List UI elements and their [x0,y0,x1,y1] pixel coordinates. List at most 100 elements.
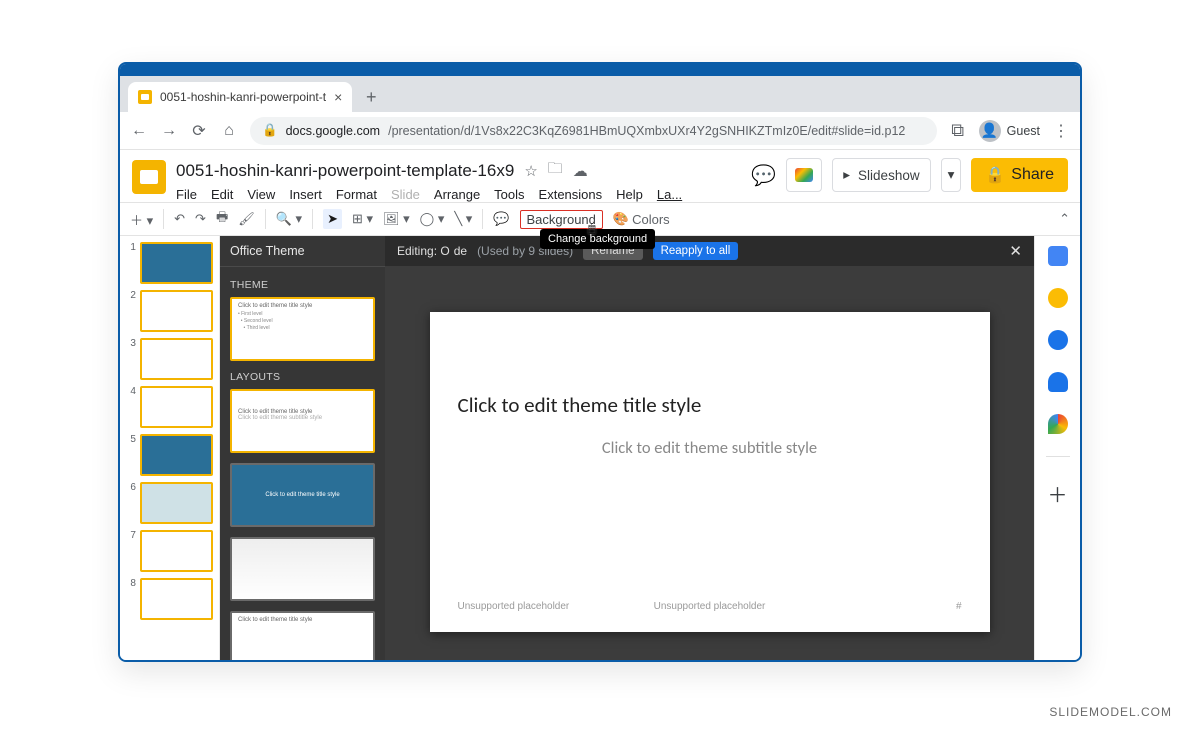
contacts-icon[interactable] [1048,372,1068,392]
url-host: docs.google.com [286,124,381,138]
reload-icon[interactable]: ⟳ [190,121,208,141]
meet-button[interactable] [786,158,822,192]
menu-help[interactable]: Help [616,187,643,202]
install-app-icon[interactable]: ⧉ [949,120,967,141]
slide-thumb[interactable] [140,434,213,476]
guest-label: Guest [1007,124,1040,138]
layout-thumb[interactable]: Click to edit theme title style Click to… [230,389,375,453]
browser-tab[interactable]: 0051-hoshin-kanri-powerpoint-t × [128,82,352,112]
reapply-all-button[interactable]: Reapply to all [653,242,739,260]
theme-edit-bar: Editing: O de (Used by 9 slides) Rename … [385,236,1034,266]
collapse-toolbar-icon[interactable]: ⌃ [1059,211,1070,227]
shape-tool-icon[interactable]: ◯ ▾ [420,211,445,227]
menu-arrange[interactable]: Arrange [434,187,480,202]
footer-placeholder-right[interactable]: # [956,601,962,612]
browser-window: 0051-hoshin-kanri-powerpoint-t × + ← → ⟳… [118,62,1082,662]
master-thumb[interactable]: Click to edit theme title style • First … [230,297,375,361]
zoom-dropdown[interactable]: 🔍 ▾ [276,211,302,227]
select-tool-icon[interactable]: ➤ [323,209,342,229]
calendar-icon[interactable] [1048,246,1068,266]
print-icon[interactable]: 🖶 [216,208,228,230]
slideshow-button[interactable]: ▸ Slideshow [832,158,930,192]
slides-favicon-icon [138,90,152,104]
move-icon[interactable]: 🗀 [548,158,563,183]
footer-placeholder-center[interactable]: Unsupported placeholder [654,601,766,612]
tasks-icon[interactable] [1048,330,1068,350]
menu-file[interactable]: File [176,187,197,202]
menu-view[interactable]: View [247,187,275,202]
back-icon[interactable]: ← [130,122,148,140]
profile-chip[interactable]: 👤 Guest [979,120,1040,142]
image-tool-icon[interactable]: 🖼 ▾ [383,211,410,227]
tooltip: Change background [540,229,655,249]
side-panel-rail: ＋ › [1034,236,1080,662]
new-slide-button[interactable]: ＋ ▾ [130,210,153,229]
close-theme-editor-icon[interactable]: ✕ [1009,242,1022,260]
menu-format[interactable]: Format [336,187,377,202]
menu-tools[interactable]: Tools [494,187,524,202]
slide-filmstrip[interactable]: 1 2 3 4 5 6 7 8 [120,236,220,662]
slides-app-icon[interactable] [132,160,166,194]
menu-slide[interactable]: Slide [391,187,420,202]
slide-thumb[interactable] [140,338,213,380]
line-tool-icon[interactable]: ╲ ▾ [454,211,472,227]
redo-icon[interactable]: ↷ [195,211,206,227]
keep-icon[interactable] [1048,288,1068,308]
title-placeholder[interactable]: Click to edit theme title style [458,392,962,418]
kebab-menu-icon[interactable]: ⋮ [1052,121,1070,141]
footer-placeholder-left[interactable]: Unsupported placeholder [458,601,570,612]
comment-insert-icon[interactable]: 💬 [493,211,509,227]
close-tab-icon[interactable]: × [334,89,342,105]
lock-icon: 🔒 [985,165,1005,185]
url-path: /presentation/d/1Vs8x22C3KqZ6981HBmUQXmb… [388,124,905,138]
subtitle-placeholder[interactable]: Click to edit theme subtitle style [458,438,962,458]
slide-thumb[interactable] [140,242,213,284]
slideshow-dropdown[interactable]: ▾ [941,158,962,192]
lock-icon: 🔒 [262,123,278,138]
star-icon[interactable]: ☆ [524,162,537,180]
slide-canvas[interactable]: Click to edit theme title style Click to… [430,312,990,632]
slide-thumb[interactable] [140,386,213,428]
doc-title[interactable]: 0051-hoshin-kanri-powerpoint-template-16… [176,161,514,181]
theme-panel-title: Office Theme [220,236,385,267]
layout-thumb[interactable]: Click to edit theme title style [230,611,375,662]
paint-format-icon[interactable]: 🖌 [238,211,255,227]
theme-colors-button[interactable]: 🎨 Colors [613,211,670,227]
watermark: SLIDEMODEL.COM [1049,705,1172,719]
slide-thumb[interactable] [140,530,213,572]
undo-icon[interactable]: ↶ [174,211,185,227]
slide-thumb[interactable] [140,578,213,620]
layout-thumb[interactable]: Click to edit theme title style [230,463,375,527]
layout-thumb[interactable] [230,537,375,601]
menu-edit[interactable]: Edit [211,187,233,202]
avatar-icon: 👤 [979,120,1001,142]
doc-header: 0051-hoshin-kanri-powerpoint-template-16… [120,150,1080,202]
textbox-tool-icon[interactable]: ⊞ ▾ [352,211,373,227]
layouts-section-label: LAYOUTS [230,371,375,383]
menu-extensions[interactable]: Extensions [539,187,603,202]
menu-insert[interactable]: Insert [289,187,322,202]
maximize-icon[interactable]: ▢ [1136,68,1148,85]
comments-icon[interactable]: 💬 [751,163,776,188]
tab-title: 0051-hoshin-kanri-powerpoint-t [160,90,326,104]
theme-section-label: THEME [230,279,375,291]
editing-label-prefix: Editing: O [397,244,450,258]
slide-thumb[interactable] [140,290,213,332]
new-tab-button[interactable]: + [358,84,384,110]
slide-thumb[interactable] [140,482,213,524]
close-window-icon[interactable]: ✕ [1174,68,1186,85]
address-bar[interactable]: 🔒 docs.google.com /presentation/d/1Vs8x2… [250,117,937,145]
home-icon[interactable]: ⌂ [220,122,238,140]
background-button[interactable]: Background [520,210,603,229]
forward-icon[interactable]: → [160,122,178,140]
add-addon-icon[interactable]: ＋ [1048,479,1068,508]
minimize-icon[interactable]: — [1098,69,1110,85]
share-button[interactable]: 🔒 Share [971,158,1068,192]
maps-icon[interactable] [1048,414,1068,434]
cloud-status-icon[interactable]: ☁ [573,162,588,180]
menu-bar: File Edit View Insert Format Slide Arran… [176,187,741,202]
menu-last-edit[interactable]: La... [657,187,682,202]
share-label: Share [1011,166,1054,184]
slideshow-label: Slideshow [858,168,920,183]
browser-toolbar: ← → ⟳ ⌂ 🔒 docs.google.com /presentation/… [120,112,1080,150]
